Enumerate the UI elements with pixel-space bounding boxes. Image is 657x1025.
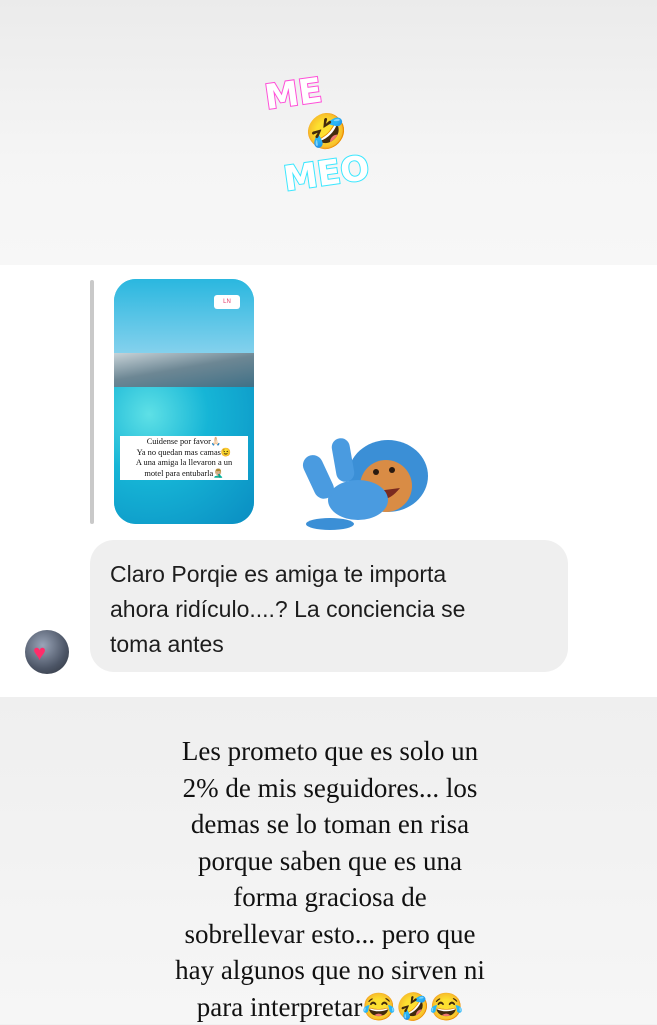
caption-line: sobrellevar esto... pero que <box>118 916 542 953</box>
me-meo-sticker: ME 🤣 MEO <box>255 55 405 205</box>
message-line: ahora ridículo....? La conciencia se <box>110 592 548 627</box>
sticker-line-2: MEO <box>281 148 372 200</box>
story-city <box>114 353 254 389</box>
story-caption-line: Cuidense por favor🙏🏻 <box>121 437 247 448</box>
caption-line: demas se lo toman en risa <box>118 806 542 843</box>
message-line: Claro Porqie es amiga te importa <box>110 557 548 592</box>
story-caption-line: A una amiga la llevaron a un <box>121 458 247 469</box>
caption-line: para interpretar😂🤣😂 <box>118 989 542 1025</box>
story-caption-line: Ya no quedan mas camas😉 <box>121 448 247 459</box>
sticker-line-1: ME <box>262 70 324 118</box>
caption-line: Les prometo que es solo un <box>118 733 542 770</box>
story-caption: Cuidense por favor🙏🏻 Ya no quedan mas ca… <box>120 436 248 480</box>
story-caption-line: motel para entubarla🤦🏼‍♂️ <box>121 469 247 480</box>
story-reply-thumbnail[interactable]: LN Cuidense por favor🙏🏻 Ya no quedan mas… <box>114 279 254 524</box>
caption-line: forma graciosa de <box>118 879 542 916</box>
laughing-character-sticker <box>300 428 432 532</box>
caption-line: hay algunos que no sirven ni <box>118 952 542 989</box>
caption-line: 2% de mis seguidores... los <box>118 770 542 807</box>
message-line: toma antes <box>110 627 548 662</box>
message-bubble[interactable]: Claro Porqie es amiga te importa ahora r… <box>90 540 568 672</box>
heart-icon: ♥ <box>33 642 46 664</box>
reply-indicator-bar <box>90 280 94 524</box>
story-text-caption: Les prometo que es solo un 2% de mis seg… <box>118 733 542 1025</box>
story-logo: LN <box>214 295 240 309</box>
laughing-emoji-icon: 🤣 <box>303 112 347 153</box>
story-sky <box>114 279 254 359</box>
avatar[interactable]: ♥ <box>25 630 69 674</box>
caption-line: porque saben que es una <box>118 843 542 880</box>
